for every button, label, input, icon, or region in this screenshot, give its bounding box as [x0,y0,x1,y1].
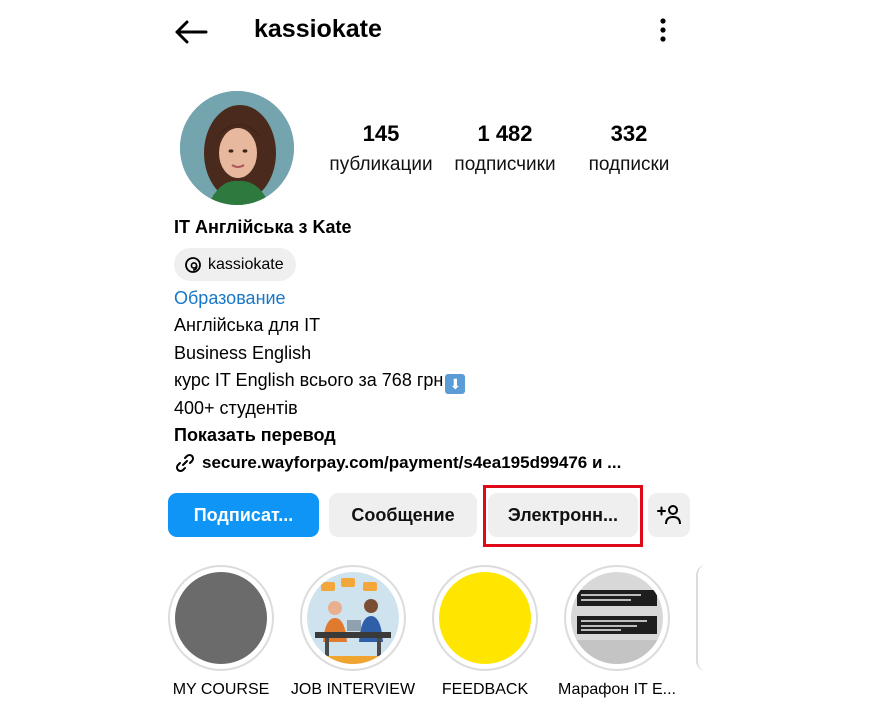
bio-line: 400+ студентів [174,398,298,418]
stat-posts[interactable]: 145 публикации [316,120,446,178]
down-arrow-emoji-icon: ⬇ [445,374,466,394]
stat-followers-label: подписчики [454,154,556,175]
bio-line-text: курс IT English всього за 768 грн [174,370,444,390]
highlight-marathon[interactable]: Марафон IT E... [558,565,676,701]
marathon-screenshot-thumbnail [571,572,663,664]
highlight-partial[interactable] [696,565,706,671]
more-options-button[interactable] [650,14,676,46]
highlight-job-interview[interactable]: JOB INTERVIEW [291,565,415,701]
stat-following-label: подписки [588,154,670,175]
show-translation-link[interactable]: Показать перевод [174,422,336,449]
highlight-ring [432,565,538,671]
bio-link-text: secure.wayforpay.com/payment/s4ea195d994… [202,453,622,472]
highlight-ring [300,565,406,671]
email-button[interactable]: Электронн... [488,493,638,537]
add-person-icon [657,505,681,525]
interview-illustration [307,572,399,664]
message-button[interactable]: Сообщение [329,493,477,537]
profile-username: kassiokate [254,15,382,43]
highlight-cover [571,572,663,664]
highlight-label: Марафон IT E... [558,681,676,698]
highlight-label: MY COURSE [172,681,270,698]
highlight-cover [175,572,267,664]
stat-following[interactable]: 332 подписки [564,120,694,178]
highlight-label: JOB INTERVIEW [290,681,416,698]
threads-icon [185,256,201,273]
stat-posts-label: публикации [329,154,433,175]
bio-link[interactable]: secure.wayforpay.com/payment/s4ea195d994… [174,449,621,477]
bio-line: Англійська для IT [174,315,321,335]
highlight-label: FEEDBACK [441,681,529,698]
highlight-cover [307,572,399,664]
suggested-accounts-button[interactable] [648,493,690,537]
avatar-photo [180,91,294,205]
arrow-left-icon [175,20,208,44]
link-icon [175,453,195,473]
threads-badge[interactable]: kassiokate [174,248,296,281]
highlight-cover [439,572,531,664]
stat-following-count: 332 [610,121,648,146]
highlight-feedback[interactable]: FEEDBACK [432,565,538,701]
highlight-ring [564,565,670,671]
stat-followers-count: 1 482 [477,121,533,146]
stat-posts-count: 145 [362,121,400,146]
display-name: IT Англійська з Kate [174,217,352,237]
threads-handle: kassiokate [208,255,284,273]
bio-line: Business English [174,343,312,363]
stat-followers[interactable]: 1 482 подписчики [440,120,570,178]
more-vertical-icon [660,18,666,42]
highlight-my-course[interactable]: MY COURSE [168,565,274,701]
follow-button[interactable]: Подписат... [168,493,319,537]
highlight-ring [168,565,274,671]
avatar[interactable] [180,91,294,205]
bio-line: курс IT English всього за 768 грн ⬇ [174,367,466,394]
back-button[interactable] [170,14,212,50]
profile-category: Образование [174,288,286,308]
